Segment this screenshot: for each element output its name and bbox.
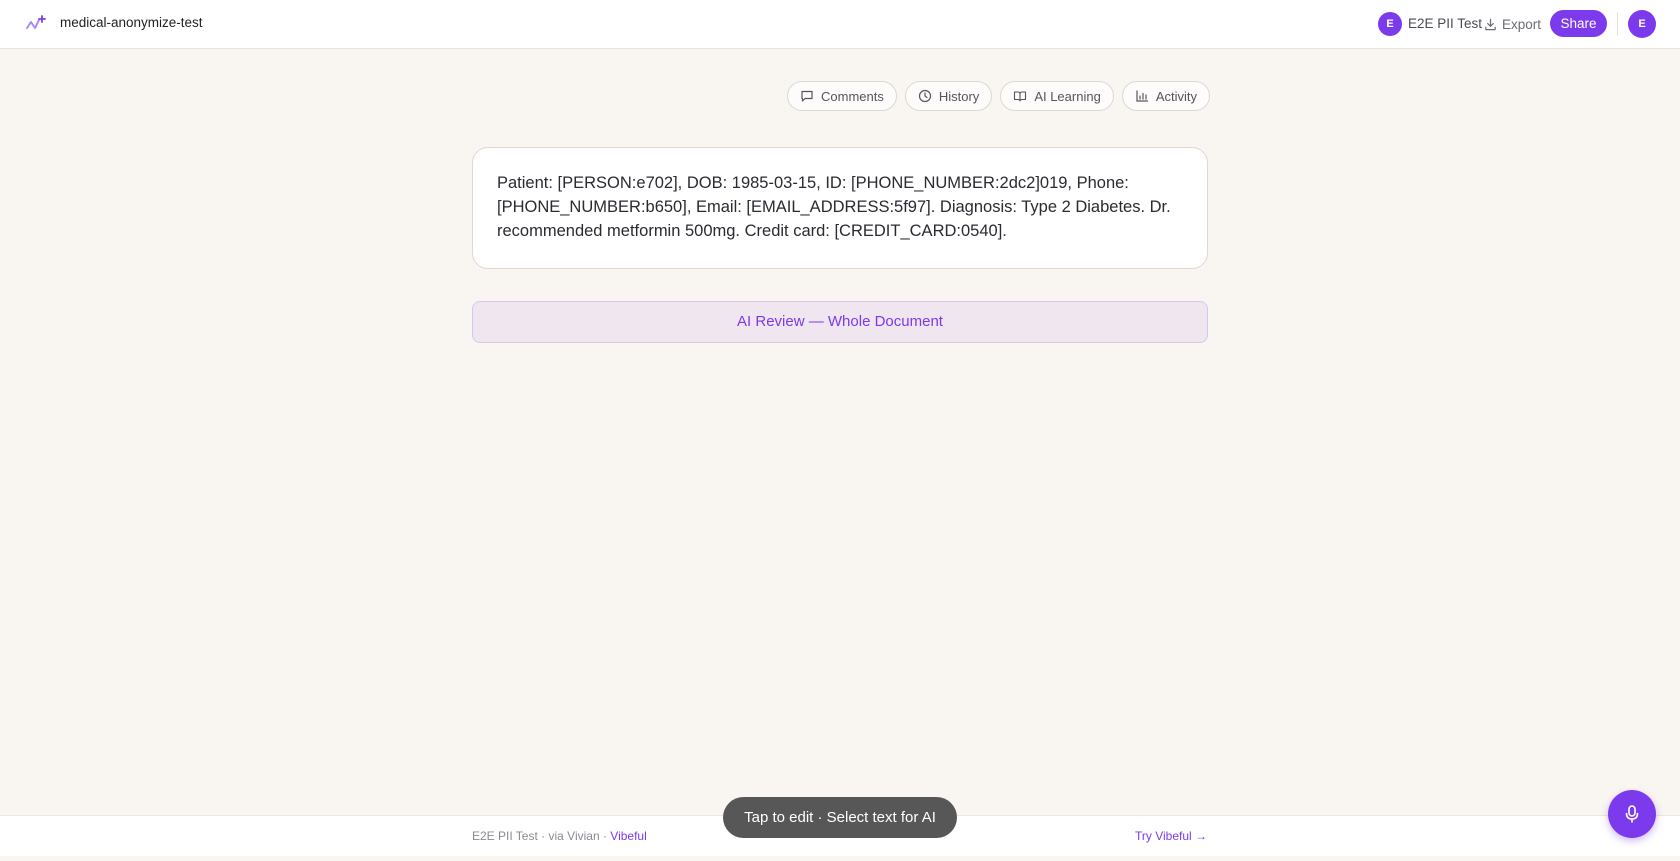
activity-label: Activity xyxy=(1155,88,1197,104)
voice-input-button[interactable] xyxy=(1608,790,1656,838)
activity-button[interactable]: Activity xyxy=(1121,81,1210,111)
ai-learning-label: AI Learning xyxy=(1034,88,1101,104)
microphone-icon xyxy=(1625,805,1639,823)
hint-toast: Tap to edit · Select text for AI xyxy=(723,797,957,838)
document-title[interactable]: medical-anonymize-test xyxy=(60,15,203,30)
footer-credit: E2E PII Test · via Vivian · Vibeful xyxy=(472,829,647,843)
collaborator-avatar[interactable]: E xyxy=(1378,12,1402,36)
sparkle-wave-logo-icon[interactable] xyxy=(25,13,47,35)
history-label: History xyxy=(938,88,980,104)
export-label: Export xyxy=(1502,16,1542,32)
comments-label: Comments xyxy=(821,88,884,104)
top-bar: medical-anonymize-test E E2E PII Test Ex… xyxy=(0,0,1680,49)
share-button[interactable]: Share xyxy=(1550,10,1607,37)
ai-review-button[interactable]: AI Review — Whole Document xyxy=(472,301,1208,343)
export-button[interactable]: Export xyxy=(1484,12,1541,36)
document-card[interactable]: Patient: [PERSON:e702], DOB: 1985-03-15,… xyxy=(472,147,1208,269)
footer-credit-text: E2E PII Test · via Vivian · xyxy=(472,829,611,843)
collaborator-name: E2E PII Test xyxy=(1408,16,1483,31)
header-divider xyxy=(1617,12,1618,36)
book-open-icon xyxy=(1014,91,1027,102)
bar-chart-icon xyxy=(1136,90,1148,102)
comment-icon xyxy=(801,90,813,102)
user-avatar[interactable]: E xyxy=(1628,10,1656,38)
document-toolbar: Comments History AI Learning Activity xyxy=(787,81,1210,111)
comments-button[interactable]: Comments xyxy=(787,81,897,111)
ai-learning-button[interactable]: AI Learning xyxy=(1000,81,1114,111)
document-text[interactable]: Patient: [PERSON:e702], DOB: 1985-03-15,… xyxy=(497,171,1183,243)
footer-brand-link[interactable]: Vibeful xyxy=(610,829,646,843)
history-button[interactable]: History xyxy=(904,81,993,111)
try-vibeful-link[interactable]: Try Vibeful → xyxy=(1135,829,1207,843)
clock-icon xyxy=(918,89,931,103)
download-icon xyxy=(1485,18,1496,30)
